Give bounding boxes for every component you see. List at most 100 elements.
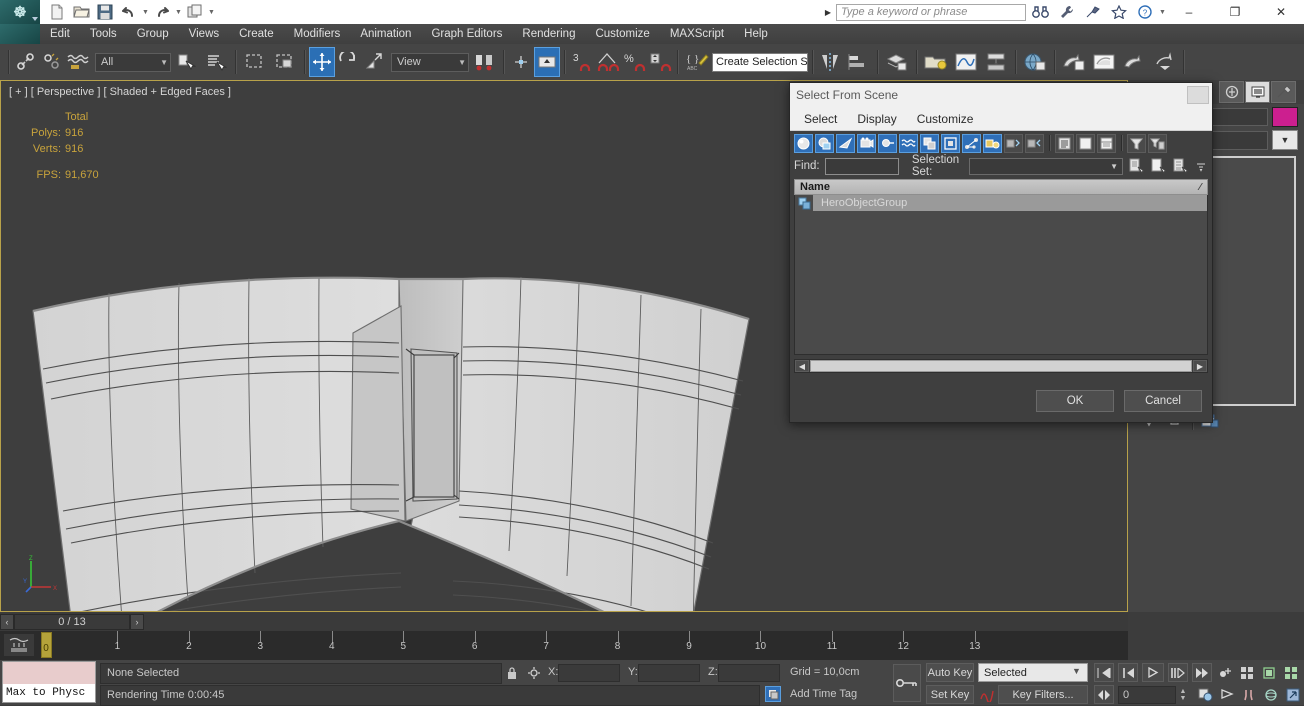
x-coordinate-field[interactable] [558,664,620,682]
auto-key-button[interactable]: Auto Key [926,663,974,682]
key-icon[interactable] [893,664,921,702]
menu-item-create[interactable]: Create [229,24,284,44]
bone-icon[interactable] [962,133,981,153]
menu-item-maxscript[interactable]: MAXScript [660,24,734,44]
go-to-end-icon[interactable] [1192,663,1212,682]
select-by-set-icon[interactable] [1150,157,1167,175]
curve-editor-icon[interactable] [951,47,981,77]
menu-item-edit[interactable]: Edit [40,24,80,44]
spinner-snap-toggle-icon[interactable] [647,47,673,77]
star-icon[interactable] [1107,1,1130,23]
reference-coordinate-dropdown[interactable]: View ▼ [391,52,469,72]
select-by-name-icon[interactable] [201,47,231,77]
children-icon[interactable] [983,133,1002,153]
current-frame-field[interactable]: 0 [1118,686,1176,704]
timeline-track[interactable]: 0 1 2 3 4 5 6 7 8 9 10 11 12 13 [41,631,1128,660]
funnel-list-icon[interactable] [1148,133,1167,153]
unlink-selection-icon[interactable] [39,47,65,77]
render-in-cloud-icon[interactable] [1149,47,1179,77]
next-frame-button[interactable]: › [130,614,144,630]
timeline-ruler[interactable]: 0 1 2 3 4 5 6 7 8 9 10 11 12 13 [0,631,1128,660]
align-icon[interactable] [843,47,873,77]
add-time-tag-label[interactable]: Add Time Tag [790,688,857,700]
list-lines-icon[interactable] [1055,133,1074,153]
pan-view-icon[interactable] [1218,685,1236,704]
maximize-viewport-icon[interactable] [1284,685,1302,704]
chevron-down-icon[interactable]: ▼ [1072,666,1081,676]
select-and-manipulate-icon[interactable] [508,47,534,77]
select-from-scene-dialog[interactable]: Select From Scene Select Display Customi… [789,82,1213,423]
search-input[interactable]: Type a keyword or phrase [836,3,1026,21]
play-animation-icon[interactable] [1142,663,1164,682]
schematic-view-icon[interactable] [981,47,1011,77]
prev-frame-button[interactable]: ‹ [0,614,14,630]
menu-item-tools[interactable]: Tools [80,24,127,44]
help-icon[interactable]: ? [1133,1,1156,23]
wave-icon[interactable] [899,133,918,153]
qat-dropdown-arrow[interactable]: ▼ [208,1,215,23]
split-page-icon[interactable] [1097,133,1116,153]
object-color-swatch[interactable] [1272,107,1298,127]
menu-item-views[interactable]: Views [179,24,229,44]
zoom-extents-all-icon[interactable] [1282,663,1300,682]
create-tab[interactable] [1219,81,1244,103]
hierarchy-tab[interactable] [1271,81,1296,103]
xref-icon[interactable] [941,133,960,153]
undo-arrow-icon[interactable] [118,1,140,23]
none-icon[interactable] [815,133,834,153]
modify-tab[interactable] [1245,81,1270,103]
key-filters-button[interactable]: Key Filters... [998,685,1088,704]
dialog-menu-display[interactable]: Display [857,112,896,126]
wrench-icon[interactable] [1055,1,1078,23]
bind-to-space-warp-icon[interactable] [65,47,91,77]
select-and-scale-icon[interactable] [361,47,387,77]
help-dropdown-arrow[interactable]: ▼ [1159,1,1166,23]
redo-dropdown-arrow[interactable]: ▼ [175,1,182,23]
render-setup-icon[interactable] [1059,47,1089,77]
logo-dropdown-arrow[interactable] [32,17,38,21]
menu-item-help[interactable]: Help [734,24,778,44]
redo-arrow-icon[interactable] [151,1,173,23]
funnel-icon[interactable] [1127,133,1146,153]
create-selection-set-icon[interactable] [1128,157,1145,175]
key-mode-toggle-icon[interactable] [1094,685,1114,704]
dialog-menu-select[interactable]: Select [804,112,837,126]
select-and-move-icon[interactable] [309,47,335,77]
selection-set-dropdown[interactable]: ▼ [969,157,1123,175]
project-folder-icon[interactable] [184,1,206,23]
tool-icon[interactable] [1081,1,1104,23]
select-region-icon[interactable] [1238,663,1256,682]
list-horizontal-scrollbar[interactable]: ◀ ▶ [794,359,1208,373]
snaps-toggle-icon[interactable] [534,47,560,77]
save-disk-icon[interactable] [94,1,116,23]
use-pivot-point-center-icon[interactable] [469,47,499,77]
chevron-down-icon[interactable]: ▼ [1272,130,1298,150]
scene-object-list[interactable]: HeroObjectGroup [794,195,1208,355]
menu-item-group[interactable]: Group [127,24,179,44]
menu-item-customize[interactable]: Customize [585,24,659,44]
close-button[interactable]: ✕ [1258,0,1304,24]
new-file-icon[interactable] [46,1,68,23]
app-logo[interactable]: ☸ [0,0,40,24]
search-expand-arrow[interactable]: ▶ [823,8,833,17]
angle-snap-degree-icon[interactable] [595,47,621,77]
frame-spinner[interactable]: ▲ ▼ [1178,686,1188,704]
frame-indicator[interactable]: 0 / 13 [14,614,130,630]
minimize-button[interactable]: – [1166,0,1212,24]
binoculars-icon[interactable] [1029,1,1052,23]
dialog-menu-customize[interactable]: Customize [917,112,974,126]
select-object-icon[interactable] [171,47,201,77]
rectangular-selection-region-icon[interactable] [240,47,270,77]
next-frame-icon[interactable] [1168,663,1188,682]
render-production-icon[interactable] [1119,47,1149,77]
find-input[interactable] [824,157,899,175]
maximize-button[interactable]: ❐ [1212,0,1258,24]
material-editor-globe-icon[interactable] [1020,47,1050,77]
angle-snap-toggle-icon[interactable]: 3 [569,47,595,77]
dialog-close-icon[interactable] [1187,86,1209,104]
max-to-physical-panel[interactable]: Max to Physc [2,661,96,703]
menu-item-animation[interactable]: Animation [350,24,421,44]
isolate-selection-icon[interactable] [526,664,542,682]
mirror-icon[interactable] [817,47,843,77]
list-item[interactable]: HeroObjectGroup [795,195,1207,211]
